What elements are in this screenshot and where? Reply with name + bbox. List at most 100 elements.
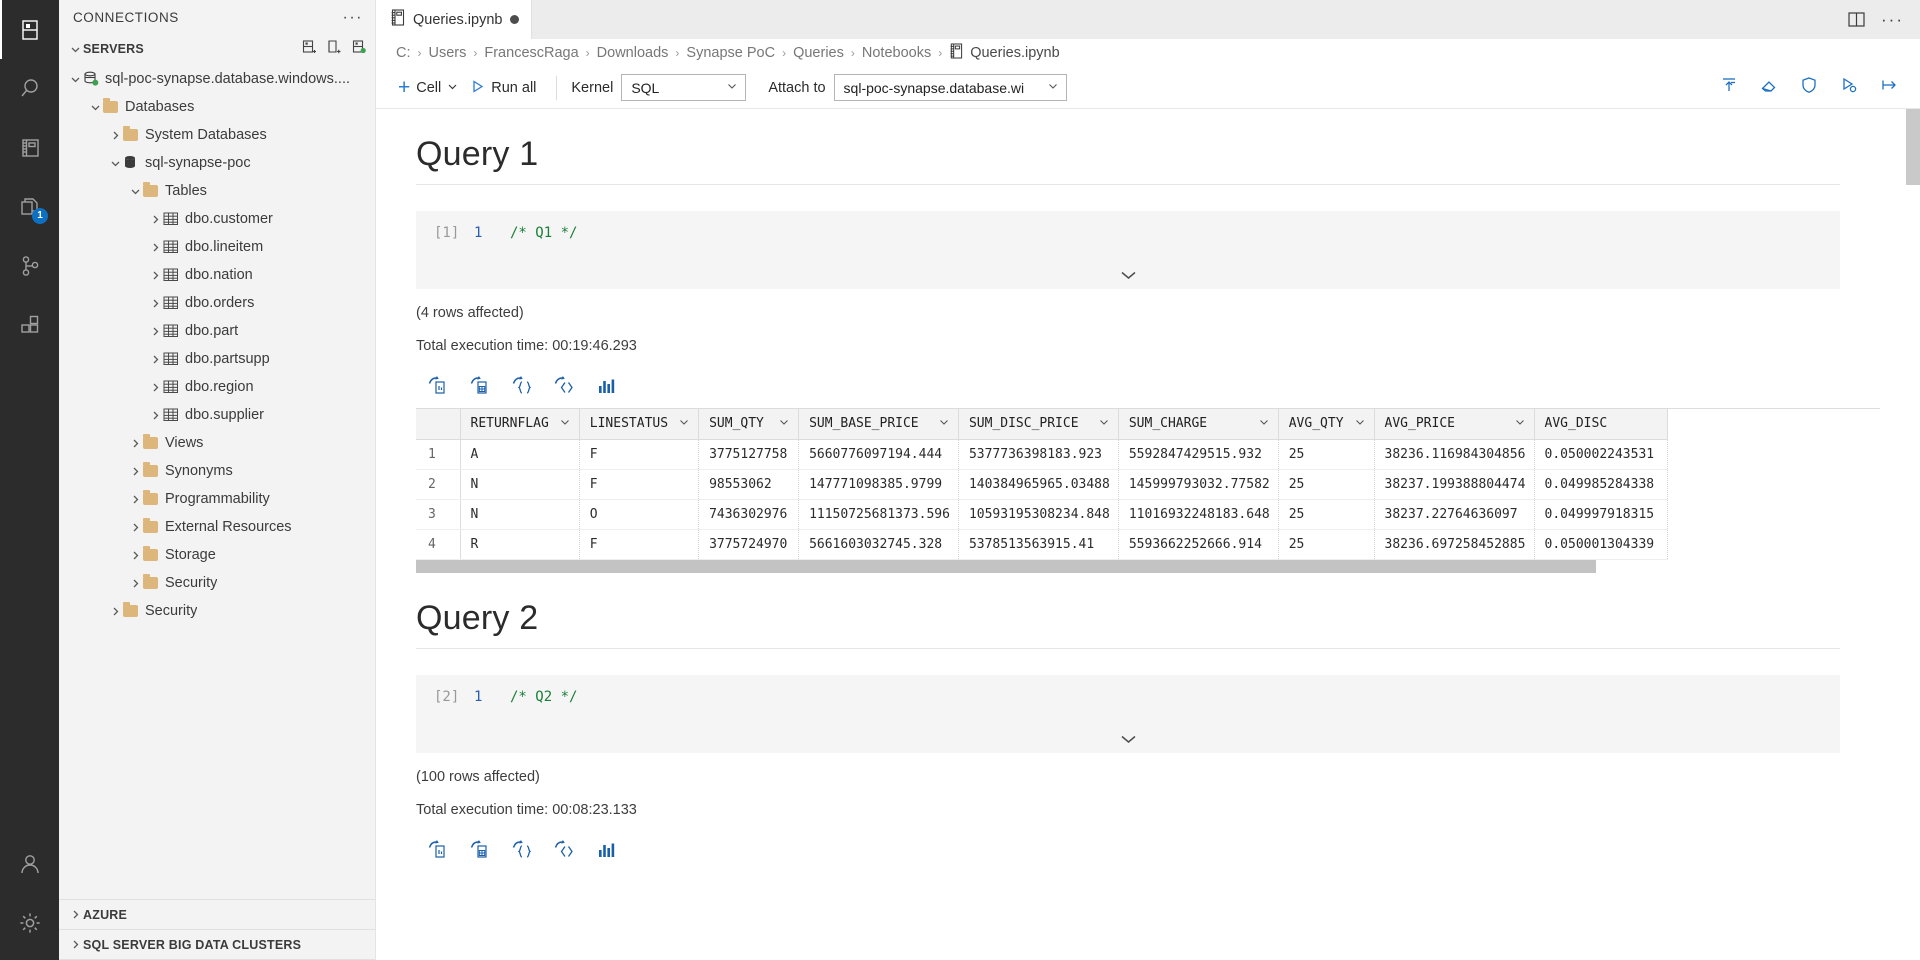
chevron-down-icon[interactable] [559, 416, 571, 431]
activity-item-accounts[interactable] [0, 834, 59, 893]
grid-cell[interactable]: 145999793032.77582 [1118, 469, 1279, 500]
run-with-params-icon[interactable] [1840, 76, 1858, 99]
chevron-down-icon[interactable] [1354, 416, 1366, 431]
new-connection-icon[interactable] [302, 40, 317, 58]
activity-item-connections[interactable] [0, 0, 59, 59]
grid-column-header[interactable]: AVG_PRICE [1374, 409, 1535, 440]
grid-cell[interactable]: 38237.199388804474 [1374, 469, 1535, 500]
tree-item[interactable]: dbo.customer [59, 205, 375, 233]
grid-cell[interactable]: 5378513563915.41 [958, 529, 1119, 560]
save-as-csv-button[interactable] [428, 376, 448, 396]
grid-cell[interactable]: 147771098385.9799 [798, 469, 959, 500]
chevron-down-icon[interactable] [678, 416, 690, 431]
tree-item[interactable]: Synonyms [59, 457, 375, 485]
grid-horizontal-scrollbar[interactable] [416, 559, 1880, 573]
chevron-down-icon[interactable] [1098, 416, 1110, 431]
grid-cell[interactable]: 5593662252666.914 [1118, 529, 1279, 560]
grid-cell[interactable]: 38237.22764636097 [1374, 499, 1535, 530]
vertical-scrollbar-thumb[interactable] [1906, 109, 1920, 185]
grid-cell[interactable]: A [460, 439, 580, 470]
grid-cell[interactable]: 25 [1278, 499, 1375, 530]
grid-cell[interactable]: 38236.697258452885 [1374, 529, 1535, 560]
grid-cell[interactable]: 5660776097194.444 [798, 439, 959, 470]
code-cell[interactable]: [2] 1 /* Q2 */ [416, 674, 1840, 753]
chevron-right-icon[interactable] [127, 575, 143, 591]
grid-cell[interactable]: F [579, 439, 700, 470]
grid-cell[interactable]: 0.050002243531 [1534, 439, 1668, 470]
tree-item[interactable]: dbo.region [59, 373, 375, 401]
chevron-right-icon[interactable] [147, 351, 163, 367]
new-connection-group-icon[interactable] [327, 40, 342, 58]
grid-cell[interactable]: R [460, 529, 580, 560]
chevron-right-icon[interactable] [107, 127, 123, 143]
grid-cell[interactable]: 0.049997918315 [1534, 499, 1668, 530]
grid-column-header[interactable]: SUM_DISC_PRICE [958, 409, 1119, 440]
grid-column-header[interactable]: SUM_CHARGE [1118, 409, 1279, 440]
tree-item[interactable]: System Databases [59, 121, 375, 149]
chevron-down-icon[interactable] [938, 416, 950, 431]
chevron-right-icon[interactable] [147, 407, 163, 423]
show-chart-button[interactable] [596, 840, 616, 860]
tree-item[interactable]: dbo.partsupp [59, 345, 375, 373]
chevron-right-icon[interactable] [127, 463, 143, 479]
show-chart-button[interactable] [596, 376, 616, 396]
grid-cell[interactable]: 25 [1278, 439, 1375, 470]
tree-item[interactable]: dbo.nation [59, 261, 375, 289]
tree-item[interactable]: dbo.lineitem [59, 233, 375, 261]
tree-item[interactable]: Programmability [59, 485, 375, 513]
tree-item[interactable]: Databases [59, 93, 375, 121]
grid-cell[interactable]: 25 [1278, 469, 1375, 500]
run-all-button[interactable]: Run all [470, 79, 548, 97]
grid-cell[interactable]: 25 [1278, 529, 1375, 560]
breadcrumb-item[interactable]: Notebooks [862, 45, 931, 61]
grid-cell[interactable]: 0.049985284338 [1534, 469, 1668, 500]
chevron-right-icon[interactable] [147, 379, 163, 395]
breadcrumb-item[interactable]: Synapse PoC [686, 45, 775, 61]
save-as-json-button[interactable] [512, 839, 532, 860]
grid-cell[interactable]: O [579, 499, 700, 530]
collapse-cell-chevron-icon[interactable] [416, 269, 1840, 281]
chevron-right-icon[interactable] [127, 491, 143, 507]
eraser-icon[interactable] [1760, 76, 1778, 99]
chevron-down-icon[interactable] [107, 155, 123, 171]
activity-item-notebooks[interactable] [0, 118, 59, 177]
grid-cell[interactable]: 5377736398183.923 [958, 439, 1119, 470]
tab-dirty-indicator[interactable] [510, 15, 520, 24]
split-editor-icon[interactable] [1848, 11, 1865, 28]
active-connections-icon[interactable] [352, 40, 367, 58]
grid-column-header[interactable]: SUM_BASE_PRICE [798, 409, 959, 440]
activity-item-git[interactable] [0, 236, 59, 295]
grid-cell[interactable]: F [579, 529, 700, 560]
tree-item[interactable]: Views [59, 429, 375, 457]
tree-item[interactable]: sql-synapse-poc [59, 149, 375, 177]
activity-item-search[interactable] [0, 59, 59, 118]
chevron-right-icon[interactable] [147, 267, 163, 283]
chevron-down-icon[interactable] [87, 99, 103, 115]
save-as-json-button[interactable] [512, 376, 532, 396]
grid-cell[interactable]: 98553062 [698, 469, 800, 500]
grid-cell[interactable]: 0.050001304339 [1534, 529, 1668, 560]
activity-item-settings[interactable] [0, 893, 59, 952]
chevron-right-icon[interactable] [127, 547, 143, 563]
tree-item[interactable]: Security [59, 597, 375, 625]
arrow-right-icon[interactable] [1880, 76, 1898, 99]
sidebar-more-actions[interactable]: ··· [343, 9, 363, 25]
sidebar-section-servers[interactable]: SERVERS [59, 35, 375, 63]
sidebar-section-sql-server-big-data-clusters[interactable]: SQL SERVER BIG DATA CLUSTERS [59, 930, 375, 960]
code-cell[interactable]: [1] 1 /* Q1 */ [416, 211, 1840, 289]
grid-cell[interactable]: 11016932248183.648 [1118, 499, 1279, 530]
grid-cell[interactable]: 10593195308234.848 [958, 499, 1119, 530]
add-cell-button[interactable]: + Cell [398, 77, 470, 98]
tree-item[interactable]: dbo.supplier [59, 401, 375, 429]
collapse-icon[interactable] [1720, 76, 1738, 99]
breadcrumb-item[interactable]: C: [396, 45, 411, 61]
shield-icon[interactable] [1800, 76, 1818, 99]
table-row[interactable]: 4 R F 3775724970 5661603032745.328 5378513563… [416, 529, 1668, 560]
table-row[interactable]: 2 N F 98553062 147771098385.9799 140384965965… [416, 469, 1668, 500]
activity-item-source-control[interactable]: 1 [0, 177, 59, 236]
grid-cell[interactable]: 3775127758 [698, 439, 800, 470]
chevron-right-icon[interactable] [147, 239, 163, 255]
save-as-csv-button[interactable] [428, 839, 448, 860]
breadcrumb-file[interactable]: Queries.ipynb [949, 43, 1060, 63]
tree-item[interactable]: dbo.part [59, 317, 375, 345]
